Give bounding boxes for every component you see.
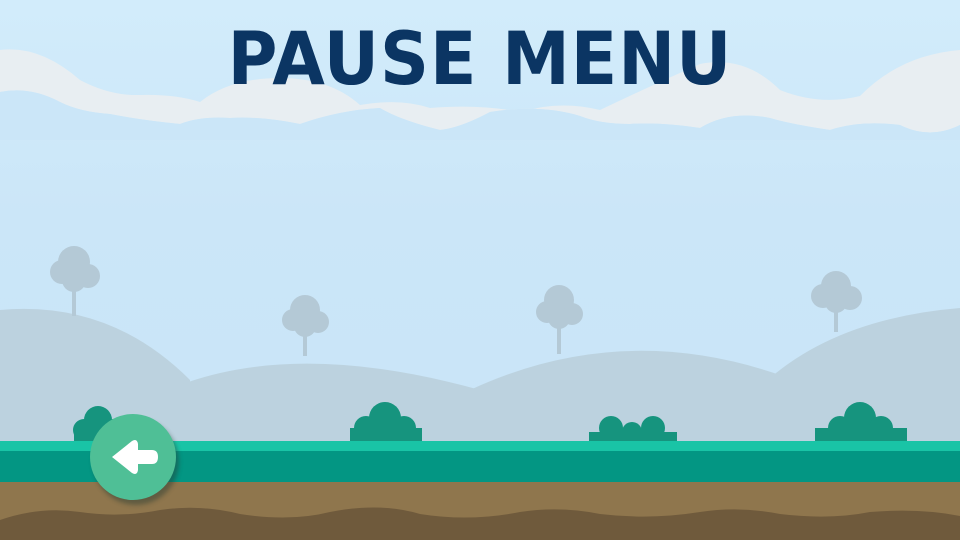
back-button[interactable] [90, 414, 176, 500]
tree [536, 285, 583, 354]
background-trees [50, 246, 862, 356]
game-screen: PAUSE MENU [0, 0, 960, 540]
tree [50, 246, 100, 316]
page-title: PAUSE MENU [227, 16, 733, 103]
tree [811, 271, 862, 332]
arrow-left-icon [112, 440, 158, 474]
tree [282, 295, 329, 356]
